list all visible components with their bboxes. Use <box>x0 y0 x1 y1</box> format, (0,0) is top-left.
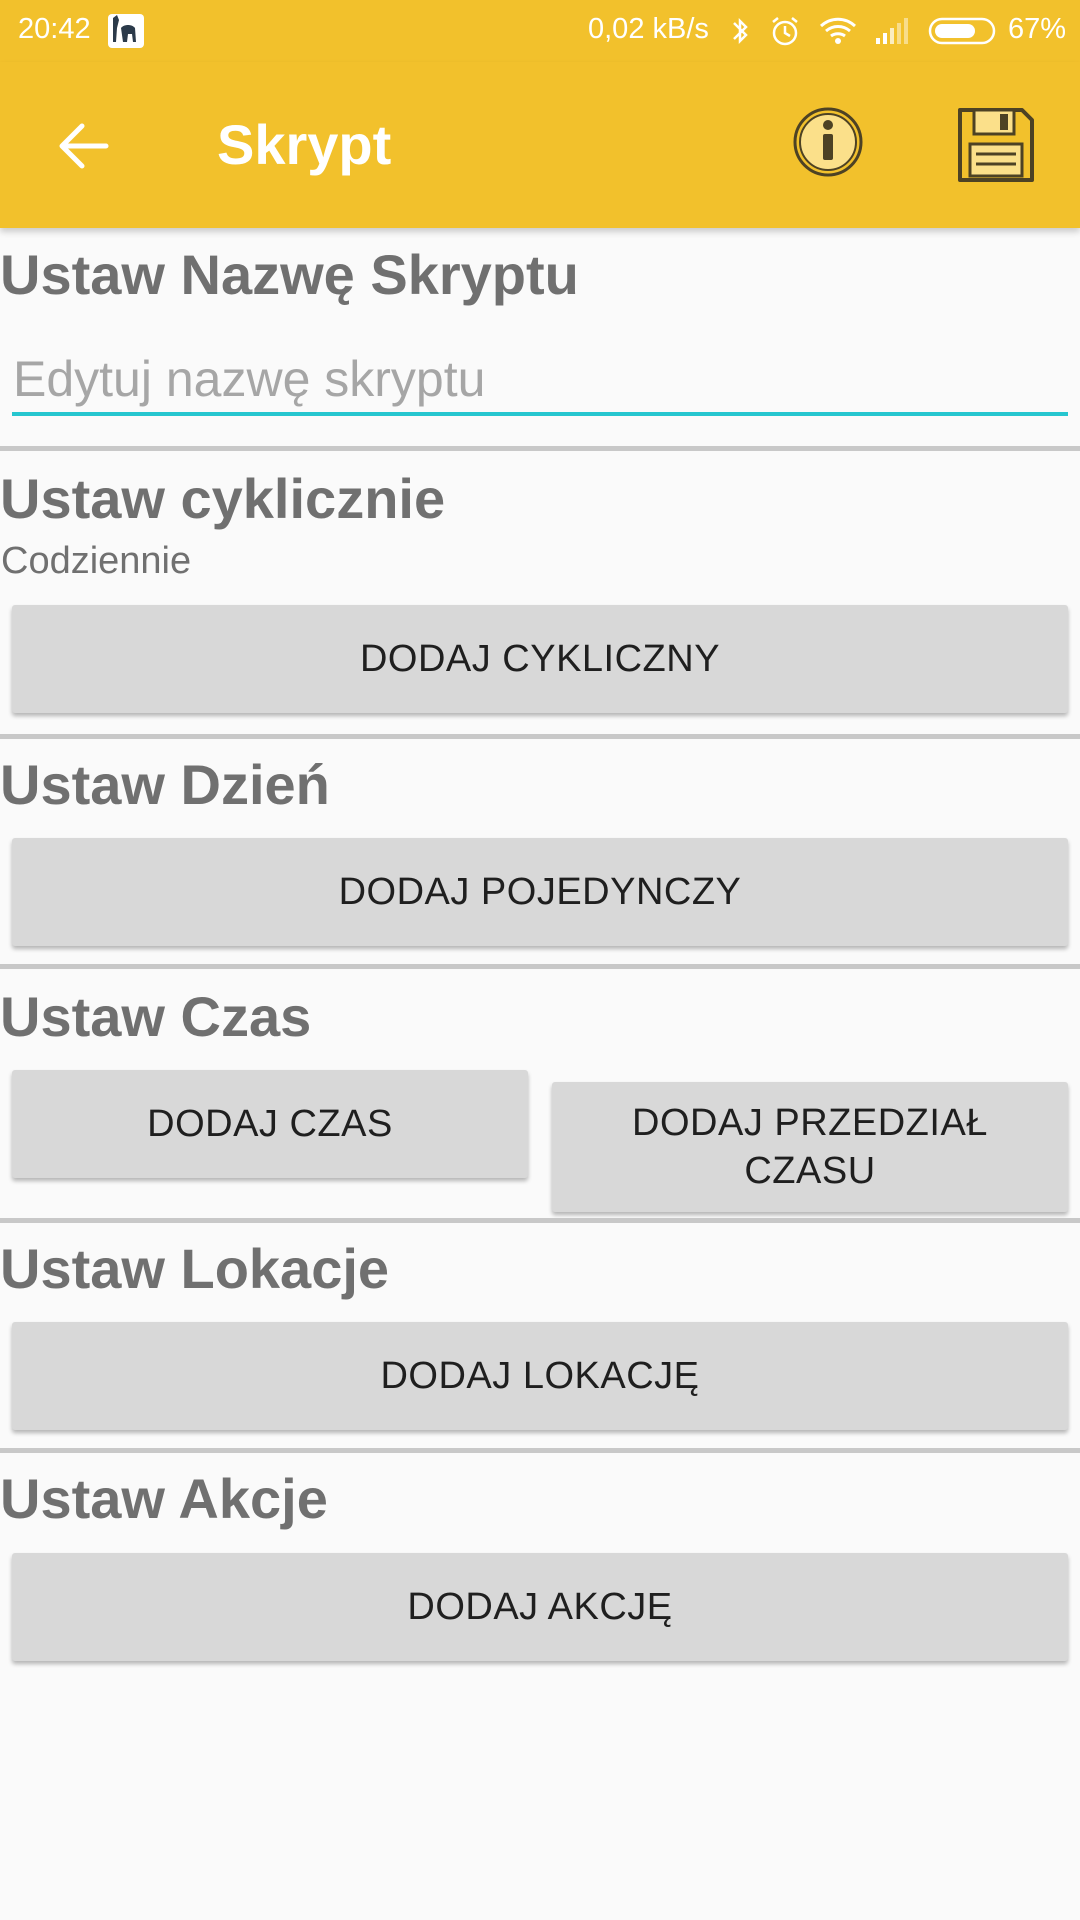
add-single-button[interactable]: DODAJ POJEDYNCZY <box>12 838 1068 946</box>
cyclic-value: Codziennie <box>1 540 192 582</box>
page-title: Skrypt <box>217 113 392 176</box>
network-speed: 0,02 kB/s <box>588 13 709 45</box>
divider <box>0 734 1080 739</box>
back-arrow-icon[interactable] <box>54 116 114 176</box>
divider <box>0 446 1080 451</box>
divider <box>0 1218 1080 1223</box>
info-icon[interactable] <box>792 106 864 178</box>
status-time: 20:42 <box>18 13 91 45</box>
section-title-location: Ustaw Lokacje <box>0 1237 390 1300</box>
section-title-cyclic: Ustaw cyklicznie <box>0 467 446 530</box>
alarm-icon <box>772 17 798 46</box>
add-location-button[interactable]: DODAJ LOKACJĘ <box>12 1322 1068 1430</box>
add-cyclic-button[interactable]: DODAJ CYKLICZNY <box>12 605 1068 713</box>
wifi-icon <box>819 17 857 44</box>
divider <box>0 964 1080 969</box>
section-title-day: Ustaw Dzień <box>0 753 330 816</box>
app-notification-icon <box>108 14 144 48</box>
status-bar: 20:42 0,02 kB/s 67% <box>0 0 1080 62</box>
add-time-range-button[interactable]: DODAJ PRZEDZIAŁ CZASU <box>552 1082 1068 1212</box>
signal-icon <box>876 18 908 44</box>
add-time-button[interactable]: DODAJ CZAS <box>12 1070 528 1178</box>
section-title-name: Ustaw Nazwę Skryptu <box>0 243 579 306</box>
battery-icon <box>928 17 996 45</box>
divider <box>0 1448 1080 1453</box>
app-bar: Skrypt <box>0 62 1080 228</box>
section-title-action: Ustaw Akcje <box>0 1467 328 1530</box>
script-name-input[interactable] <box>12 346 1068 416</box>
bluetooth-icon <box>733 17 748 45</box>
save-icon[interactable] <box>956 106 1036 184</box>
section-title-time: Ustaw Czas <box>0 985 312 1048</box>
add-action-button[interactable]: DODAJ AKCJĘ <box>12 1553 1068 1661</box>
battery-percent: 67% <box>1008 13 1067 45</box>
